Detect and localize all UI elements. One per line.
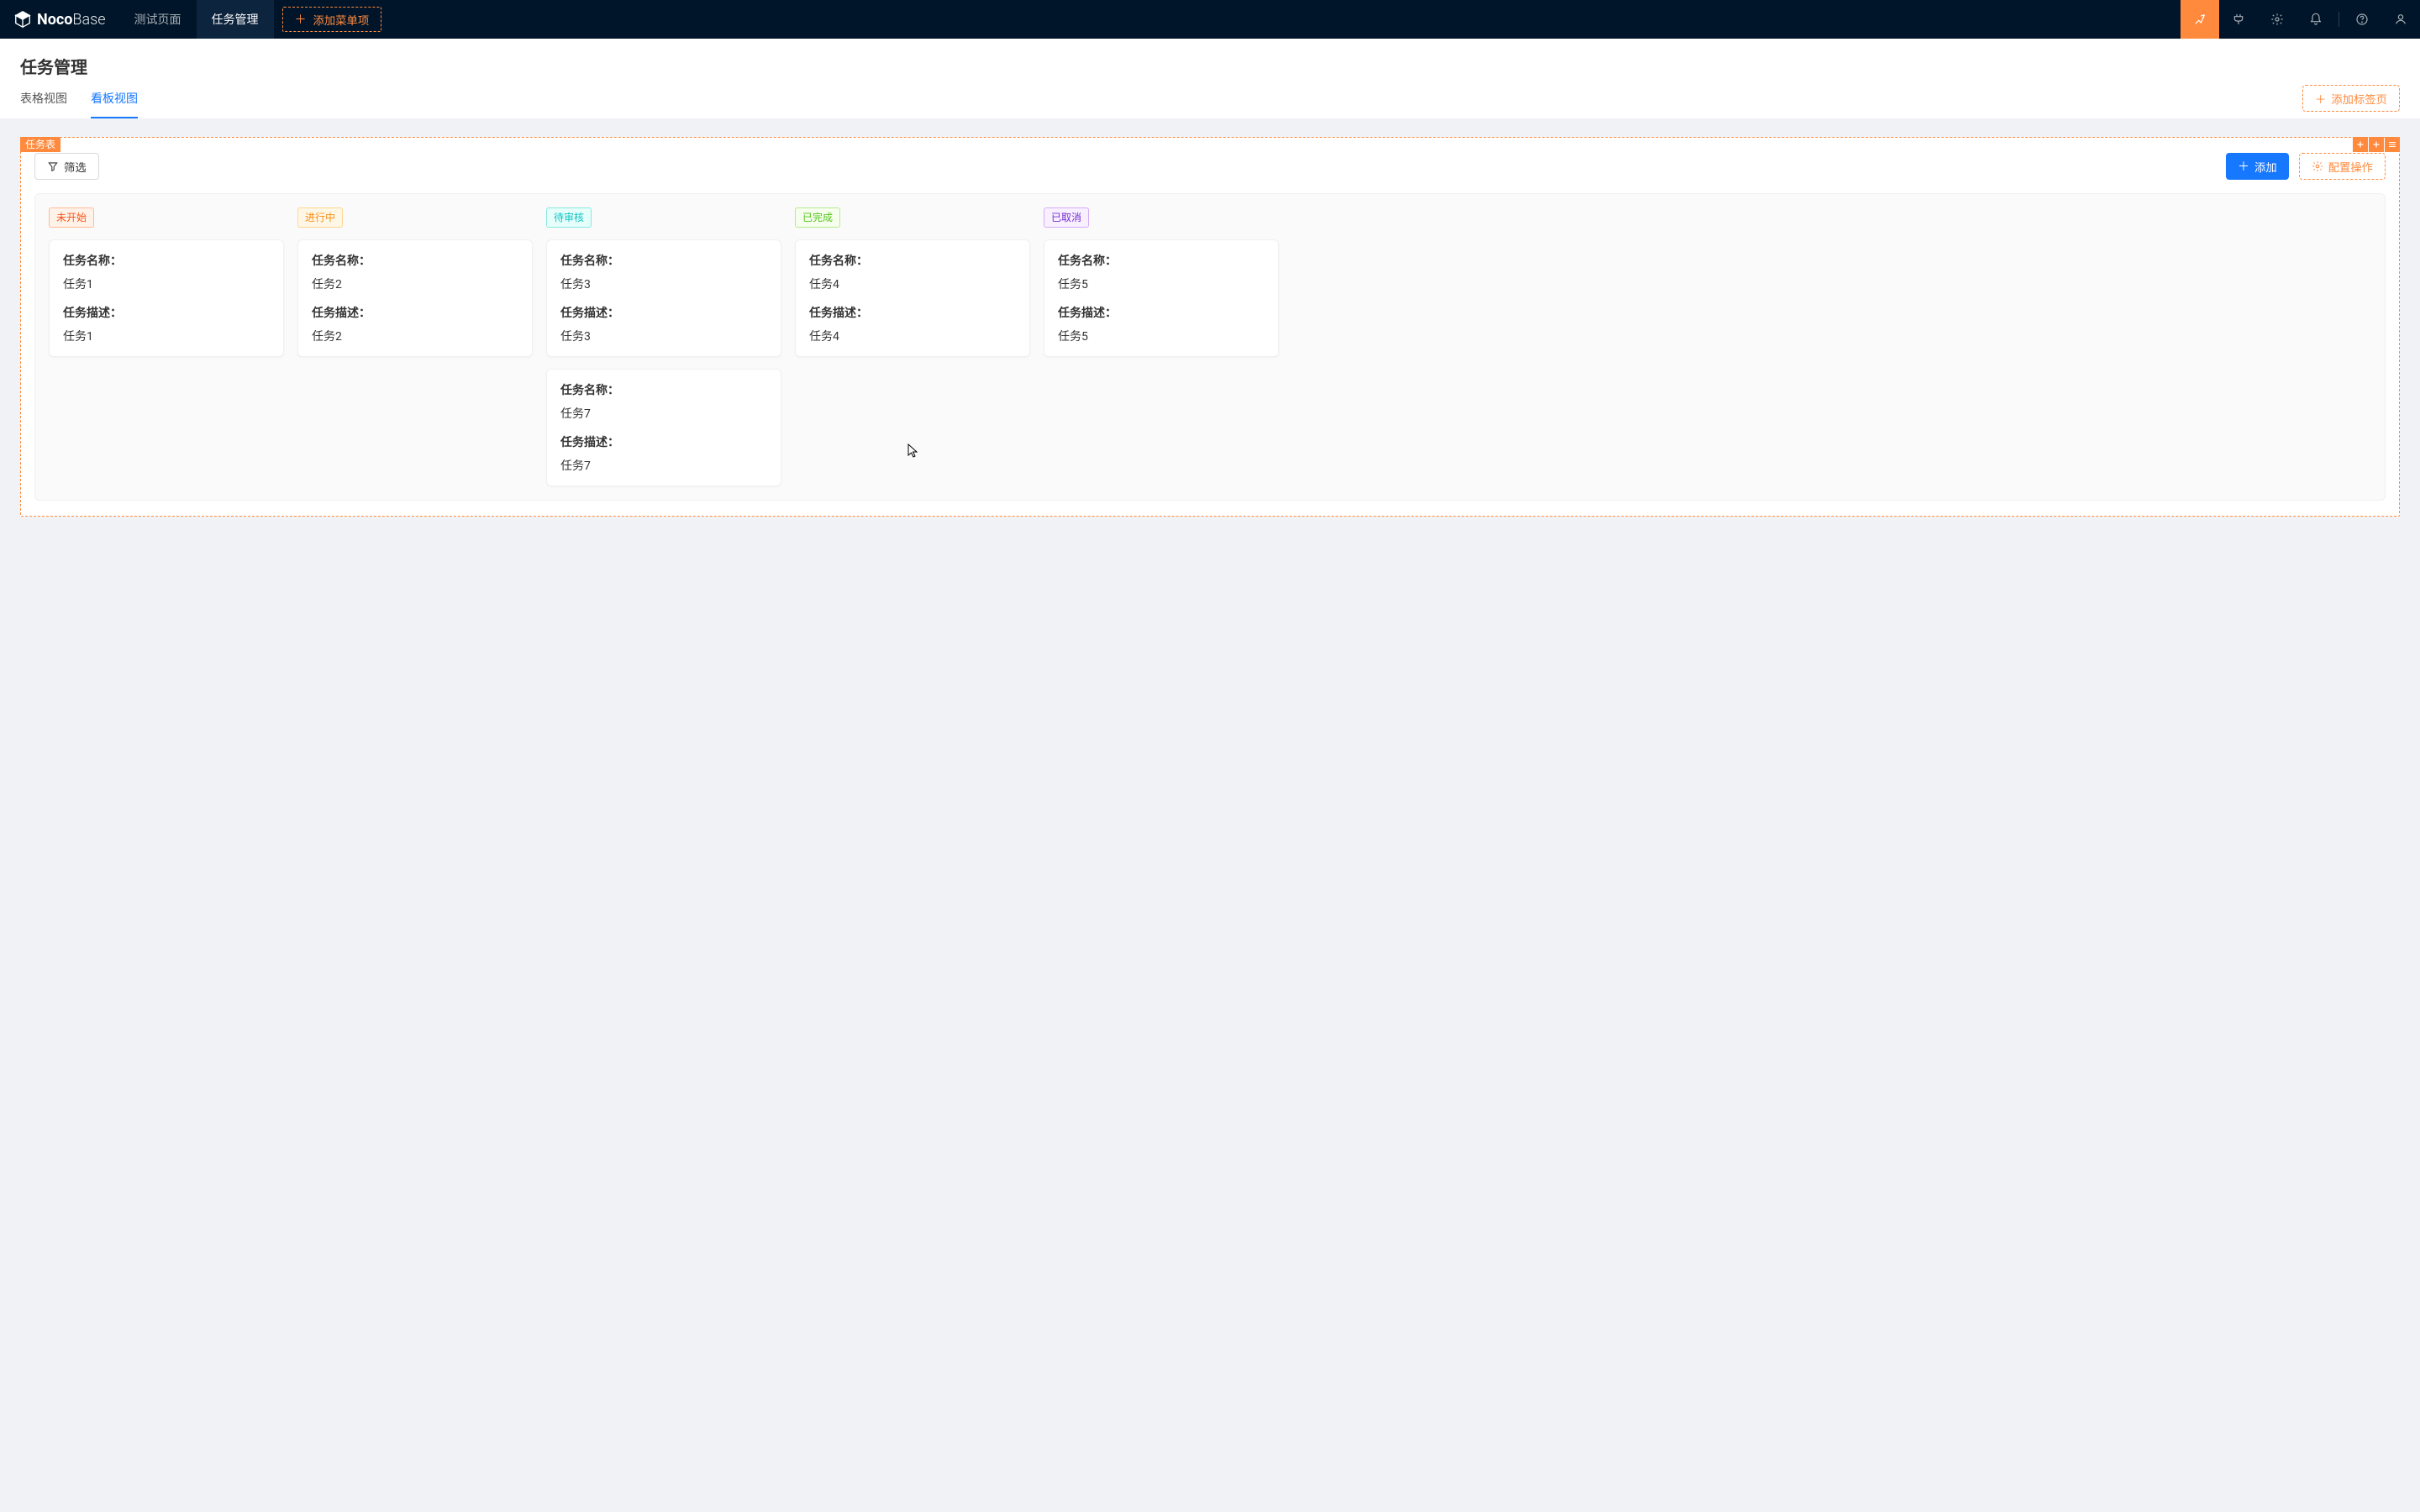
card-desc-label: 任务描述： bbox=[312, 304, 518, 321]
card-desc-value: 任务5 bbox=[1058, 328, 1265, 344]
block-add-before-icon[interactable] bbox=[2353, 137, 2368, 152]
kanban-card[interactable]: 任务名称： 任务4 任务描述： 任务4 bbox=[795, 239, 1030, 357]
plus-icon: ＋ bbox=[2315, 91, 2326, 107]
top-nav: 测试页面 任务管理 ＋ 添加菜单项 bbox=[119, 0, 2181, 39]
card-desc-label: 任务描述： bbox=[809, 304, 1016, 321]
plus-icon: ＋ bbox=[295, 13, 307, 25]
page: 任务管理 表格视图 看板视图 ＋ 添加标签页 任务表 bbox=[0, 39, 2420, 535]
card-name-label: 任务名称： bbox=[1058, 252, 1265, 269]
kanban-column: 进行中任务名称： 任务2 任务描述： 任务2 bbox=[297, 207, 533, 486]
nav-item-test[interactable]: 测试页面 bbox=[119, 0, 197, 39]
kanban-status-tag: 进行中 bbox=[297, 207, 343, 228]
card-name-label: 任务名称： bbox=[809, 252, 1016, 269]
card-name-label: 任务名称： bbox=[560, 252, 767, 269]
header-divider bbox=[2338, 12, 2339, 27]
card-name-value: 任务5 bbox=[1058, 276, 1265, 292]
kanban-column: 已完成任务名称： 任务4 任务描述： 任务4 bbox=[795, 207, 1030, 486]
highlight-toggle-icon[interactable] bbox=[2181, 0, 2219, 39]
nav-item-tasks[interactable]: 任务管理 bbox=[197, 0, 274, 39]
filter-icon bbox=[47, 160, 59, 172]
card-desc-value: 任务7 bbox=[560, 457, 767, 474]
kanban-status-tag: 未开始 bbox=[49, 207, 94, 228]
kanban-status-tag: 已取消 bbox=[1044, 207, 1089, 228]
kanban-card[interactable]: 任务名称： 任务5 任务描述： 任务5 bbox=[1044, 239, 1279, 357]
card-name-label: 任务名称： bbox=[560, 381, 767, 398]
tab-table-view[interactable]: 表格视图 bbox=[20, 90, 67, 118]
user-icon[interactable] bbox=[2381, 0, 2420, 39]
app-header: NocoBase 测试页面 任务管理 ＋ 添加菜单项 bbox=[0, 0, 2420, 39]
bell-icon[interactable] bbox=[2296, 0, 2335, 39]
kanban-column: 待审核任务名称： 任务3 任务描述： 任务3 任务名称： 任务7 任务描述： 任务7 bbox=[546, 207, 781, 486]
block-toolbar bbox=[2352, 137, 2400, 152]
kanban-column: 未开始任务名称： 任务1 任务描述： 任务1 bbox=[49, 207, 284, 486]
card-name-value: 任务1 bbox=[63, 276, 270, 292]
block-tag: 任务表 bbox=[20, 137, 60, 152]
block-add-after-icon[interactable] bbox=[2369, 137, 2384, 152]
add-menu-button[interactable]: ＋ 添加菜单项 bbox=[282, 7, 382, 32]
filter-label: 筛选 bbox=[64, 159, 87, 175]
card-desc-label: 任务描述： bbox=[560, 304, 767, 321]
logo-text-noco: Noco bbox=[37, 11, 72, 29]
card-desc-label: 任务描述： bbox=[560, 433, 767, 450]
add-tab-label: 添加标签页 bbox=[2331, 91, 2387, 107]
kanban-block: 任务表 筛选 bbox=[20, 137, 2400, 517]
kanban-card[interactable]: 任务名称： 任务7 任务描述： 任务7 bbox=[546, 369, 781, 486]
app-logo[interactable]: NocoBase bbox=[0, 0, 119, 39]
kanban-status-tag: 待审核 bbox=[546, 207, 592, 228]
page-title: 任务管理 bbox=[20, 54, 2400, 78]
card-name-label: 任务名称： bbox=[312, 252, 518, 269]
filter-button[interactable]: 筛选 bbox=[34, 153, 99, 180]
add-record-button[interactable]: ＋ 添加 bbox=[2226, 153, 2289, 180]
kanban-column: 已取消任务名称： 任务5 任务描述： 任务5 bbox=[1044, 207, 1279, 486]
kanban-card[interactable]: 任务名称： 任务1 任务描述： 任务1 bbox=[49, 239, 284, 357]
content-area: 任务表 筛选 bbox=[0, 118, 2420, 535]
add-tab-button[interactable]: ＋ 添加标签页 bbox=[2302, 85, 2400, 112]
add-label: 添加 bbox=[2254, 159, 2277, 175]
config-actions-button[interactable]: 配置操作 bbox=[2299, 153, 2386, 180]
gear-icon bbox=[2312, 160, 2323, 172]
tab-kanban-view[interactable]: 看板视图 bbox=[91, 90, 138, 118]
logo-icon bbox=[13, 10, 32, 29]
settings-icon[interactable] bbox=[2258, 0, 2296, 39]
block-inner: 筛选 ＋ 添加 配置操作 未开始任务名称：任务1任务描述：任务1进行中任务名称：… bbox=[21, 138, 2399, 516]
logo-text-base: Base bbox=[72, 11, 105, 29]
block-menu-icon[interactable] bbox=[2385, 137, 2400, 152]
card-name-label: 任务名称： bbox=[63, 252, 270, 269]
block-actions: 筛选 ＋ 添加 配置操作 bbox=[34, 153, 2386, 193]
kanban-status-tag: 已完成 bbox=[795, 207, 840, 228]
page-header: 任务管理 表格视图 看板视图 ＋ 添加标签页 bbox=[0, 39, 2420, 118]
header-right bbox=[2181, 0, 2420, 39]
plus-icon: ＋ bbox=[2238, 160, 2249, 172]
card-desc-value: 任务2 bbox=[312, 328, 518, 344]
card-desc-value: 任务4 bbox=[809, 328, 1016, 344]
card-desc-value: 任务1 bbox=[63, 328, 270, 344]
card-name-value: 任务2 bbox=[312, 276, 518, 292]
kanban-card[interactable]: 任务名称： 任务2 任务描述： 任务2 bbox=[297, 239, 533, 357]
kanban-card[interactable]: 任务名称： 任务3 任务描述： 任务3 bbox=[546, 239, 781, 357]
help-icon[interactable] bbox=[2343, 0, 2381, 39]
config-label: 配置操作 bbox=[2328, 159, 2373, 175]
plugin-icon[interactable] bbox=[2219, 0, 2258, 39]
card-desc-label: 任务描述： bbox=[1058, 304, 1265, 321]
tabs: 表格视图 看板视图 bbox=[20, 90, 2400, 118]
card-desc-value: 任务3 bbox=[560, 328, 767, 344]
card-name-value: 任务4 bbox=[809, 276, 1016, 292]
card-desc-label: 任务描述： bbox=[63, 304, 270, 321]
card-name-value: 任务7 bbox=[560, 405, 767, 422]
kanban-board: 未开始任务名称： 任务1 任务描述： 任务1 进行中任务名称： 任务2 任务描述： 任务2 待审… bbox=[34, 193, 2386, 501]
card-name-value: 任务3 bbox=[560, 276, 767, 292]
add-menu-label: 添加菜单项 bbox=[313, 12, 370, 28]
